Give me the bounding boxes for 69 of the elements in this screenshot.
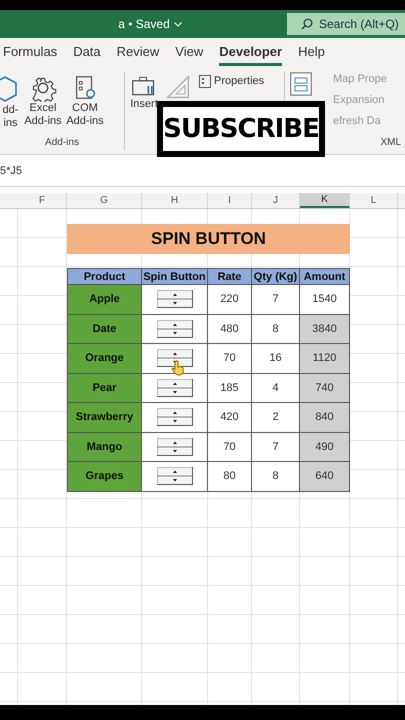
- group-label: XML: [380, 137, 401, 148]
- spin-button[interactable]: [156, 438, 192, 456]
- column-header[interactable]: H: [142, 193, 208, 208]
- amount-cell: 1120: [300, 344, 350, 374]
- product-cell: Strawberry: [67, 403, 142, 432]
- table-cell: 8: [252, 314, 300, 344]
- header-cell: Spin Button: [142, 268, 208, 285]
- ribbon-tab[interactable]: Help: [298, 40, 325, 66]
- search-field[interactable]: Search (Alt+Q): [287, 13, 405, 35]
- column-header[interactable]: L: [350, 193, 398, 208]
- amount-cell: 840: [300, 403, 350, 432]
- window-title: a • Saved: [118, 17, 170, 31]
- group-label: Add-ins: [44, 137, 80, 150]
- amount-cell: 740: [300, 374, 350, 403]
- table-cell: 80: [208, 462, 252, 492]
- add-ins-button[interactable]: Excel Add-ins: [22, 72, 64, 137]
- spin-button[interactable]: [156, 378, 192, 397]
- spin-button[interactable]: [156, 290, 192, 308]
- product-cell: Mango: [67, 432, 142, 462]
- product-cell: Apple: [67, 285, 142, 314]
- formula-text[interactable]: 5*J5: [0, 164, 22, 176]
- amount-cell: 640: [300, 462, 350, 492]
- header-cell: Amount: [300, 268, 350, 285]
- ribbon-tab[interactable]: View: [175, 40, 204, 66]
- spin-button[interactable]: [156, 320, 192, 338]
- table-cell: 2: [252, 403, 300, 432]
- table-cell: 7: [252, 285, 300, 314]
- amount-cell: 1540: [300, 285, 350, 314]
- table-cell: 420: [208, 403, 252, 432]
- product-cell: Orange: [67, 344, 142, 374]
- table-cell: 70: [208, 432, 252, 462]
- product-cell: Date: [67, 314, 142, 344]
- source-panel-icon[interactable]: [289, 72, 313, 96]
- hand-cursor-icon: [171, 360, 185, 376]
- table-cell: 4: [252, 374, 300, 403]
- sheet-title: SPIN BUTTON: [67, 224, 350, 254]
- product-cell: Pear: [67, 374, 142, 403]
- table-cell: 70: [208, 344, 252, 374]
- toolbox-icon: [131, 74, 157, 98]
- amount-cell: 3840: [300, 314, 350, 344]
- header-cell: Qty (Kg): [252, 268, 300, 285]
- table-cell: 16: [252, 344, 300, 374]
- ribbon-tab[interactable]: Formulas: [3, 40, 58, 66]
- search-icon: [301, 18, 313, 30]
- column-header[interactable]: F: [18, 193, 67, 208]
- product-cell: Grapes: [67, 462, 142, 492]
- properties-button[interactable]: Properties: [197, 72, 266, 90]
- chevron-down-icon[interactable]: [174, 22, 182, 26]
- table-cell: 480: [208, 314, 252, 344]
- add-ins-button[interactable]: COM Add-ins: [64, 72, 106, 137]
- column-header[interactable]: G: [67, 193, 142, 208]
- subscribe-sticker: SUBSCRIBE: [157, 101, 325, 157]
- table-cell: 220: [208, 285, 252, 314]
- table-cell: 7: [252, 432, 300, 462]
- column-header[interactable]: K: [300, 193, 350, 208]
- properties-icon: [199, 74, 211, 88]
- spin-button[interactable]: [156, 467, 192, 486]
- add-ins-button[interactable]: dd-ins: [0, 72, 22, 137]
- spin-button[interactable]: [156, 349, 192, 368]
- table-cell: 185: [208, 374, 252, 403]
- header-cell: Rate: [208, 268, 252, 285]
- table-cell: 8: [252, 462, 300, 492]
- amount-cell: 490: [300, 432, 350, 462]
- insert-button[interactable]: Insert: [129, 72, 159, 113]
- column-header[interactable]: I: [208, 193, 252, 208]
- ribbon-tab[interactable]: Data: [73, 40, 101, 66]
- ribbon-tab[interactable]: Review: [116, 40, 160, 66]
- spin-button[interactable]: [156, 408, 192, 426]
- header-cell: Product: [67, 268, 142, 285]
